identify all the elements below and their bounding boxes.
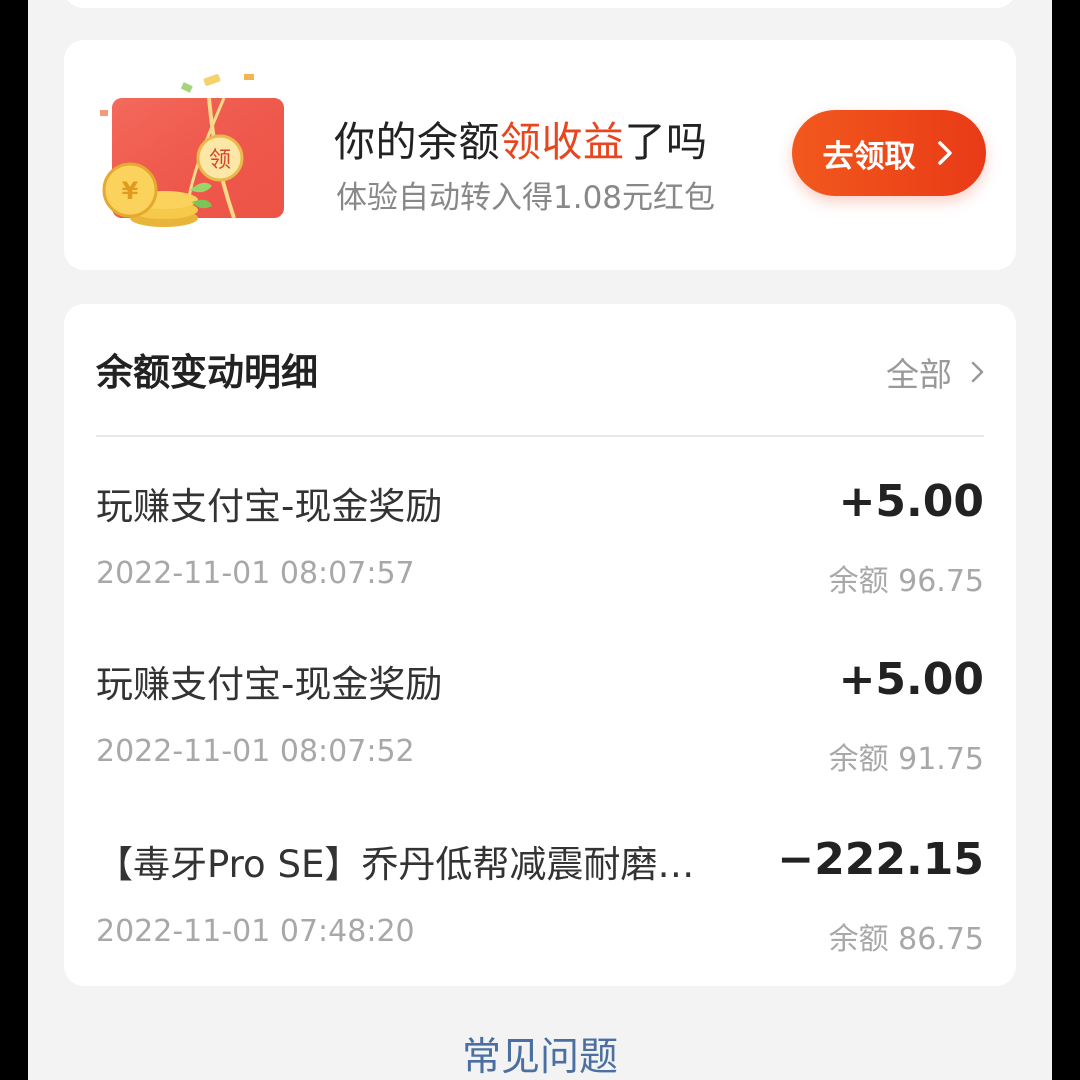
transaction-time: 2022-11-01 07:48:20 [96, 914, 415, 949]
chevron-right-icon [937, 141, 952, 165]
view-all-link[interactable]: 全部 [886, 348, 986, 396]
transaction-amount: +5.00 [838, 654, 984, 705]
promo-title: 你的余额领收益了吗 [334, 108, 708, 168]
transaction-row[interactable]: 玩赚支付宝-现金奖励 +5.00 2022-11-01 08:07:57 余额 … [96, 476, 984, 626]
transaction-row[interactable]: 【毒牙Pro SE】乔丹低帮减震耐磨… −222.15 2022-11-01 0… [96, 834, 984, 984]
transaction-title: 【毒牙Pro SE】乔丹低帮减震耐磨… [96, 843, 695, 886]
coin-symbol: ¥ [122, 177, 139, 205]
view-all-label: 全部 [886, 355, 952, 394]
promo-card[interactable]: 领 ¥ 你的余额领收益了吗 体验自动转入得1.08元红包 去领取 [64, 40, 1016, 270]
promo-title-highlight: 领收益 [500, 118, 625, 166]
divider [96, 435, 984, 437]
red-envelope-illustration: 领 ¥ [100, 74, 284, 227]
transaction-time: 2022-11-01 08:07:52 [96, 734, 415, 769]
promo-title-pre: 你的余额 [334, 118, 500, 166]
transaction-balance: 余额 91.75 [828, 742, 984, 777]
transaction-amount: −222.15 [777, 834, 984, 885]
balance-detail-card: 余额变动明细 全部 玩赚支付宝-现金奖励 +5.00 2022-11-01 08… [64, 304, 1016, 986]
transaction-balance: 余额 96.75 [828, 564, 984, 599]
transaction-amount: +5.00 [838, 476, 984, 527]
previous-card [64, 0, 1016, 8]
promo-subtitle: 体验自动转入得1.08元红包 [336, 180, 716, 216]
transaction-balance: 余额 86.75 [828, 922, 984, 957]
claim-button-label: 去领取 [822, 138, 916, 175]
transaction-time: 2022-11-01 08:07:57 [96, 556, 415, 591]
envelope-badge-text: 领 [209, 148, 231, 173]
chevron-right-icon [971, 361, 984, 383]
transaction-title: 玩赚支付宝-现金奖励 [96, 485, 443, 528]
transaction-row[interactable]: 玩赚支付宝-现金奖励 +5.00 2022-11-01 08:07:52 余额 … [96, 654, 984, 804]
claim-button[interactable]: 去领取 [792, 110, 986, 196]
transaction-title: 玩赚支付宝-现金奖励 [96, 663, 443, 706]
balance-screen: 领 ¥ 你的余额领收益了吗 体验自动转入得1.08元红包 去领取 余额变动明细 [28, 0, 1052, 1080]
promo-title-post: 了吗 [624, 118, 708, 166]
detail-title: 余额变动明细 [96, 351, 318, 394]
faq-link[interactable]: 常见问题 [28, 1026, 1052, 1080]
